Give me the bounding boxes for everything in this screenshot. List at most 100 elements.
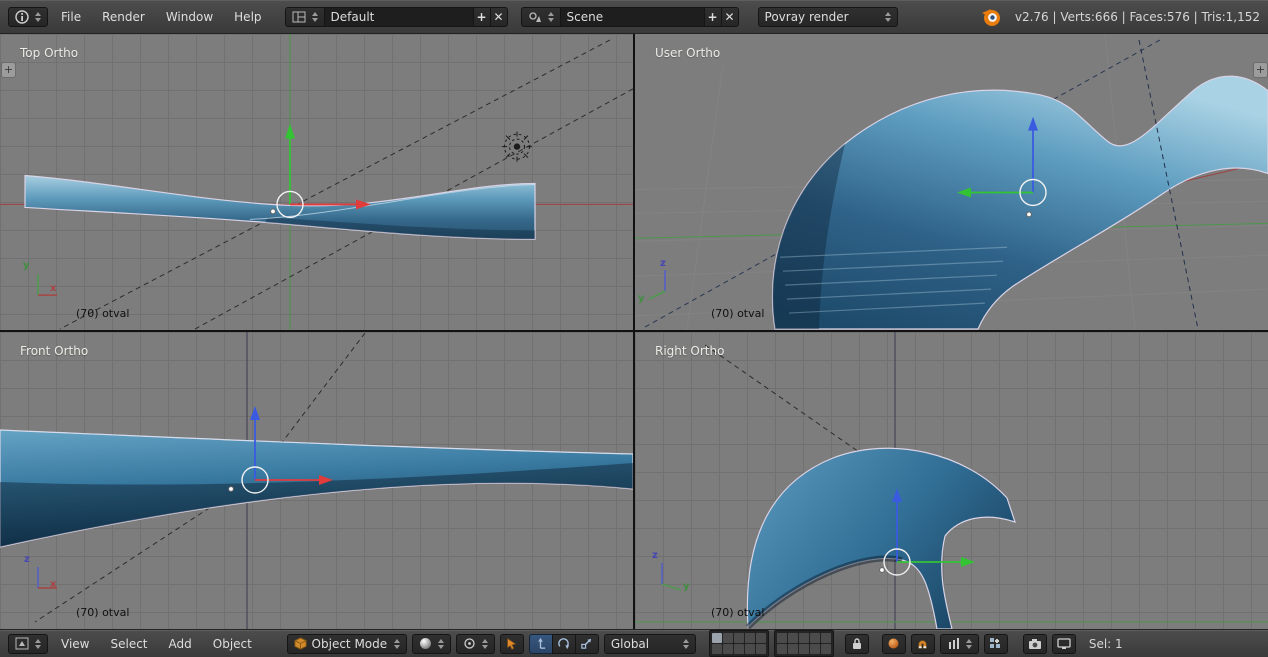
region-expand-tab-right[interactable]: + xyxy=(1253,62,1268,78)
menu-file[interactable]: File xyxy=(53,7,89,27)
viewport-label: Front Ortho xyxy=(20,344,88,358)
viewport-label: User Ortho xyxy=(655,46,720,60)
screen-icon xyxy=(1057,638,1071,650)
snap-element-dropdown[interactable] xyxy=(940,634,979,654)
proportional-edit-button[interactable] xyxy=(882,634,906,654)
snap-toggle-button[interactable] xyxy=(911,634,935,654)
viewport-right[interactable]: Right Ortho (70) otval z y xyxy=(635,332,1268,629)
scene-add-button[interactable]: + xyxy=(704,7,722,27)
opengl-render-button[interactable] xyxy=(1023,634,1047,654)
viewport-top[interactable]: Top Ortho (70) otval y x xyxy=(0,34,633,330)
scene-browse-button[interactable] xyxy=(521,7,561,27)
viewport-shading-dropdown[interactable] xyxy=(412,634,451,654)
mode-label: Object Mode xyxy=(312,637,388,651)
menu-select[interactable]: Select xyxy=(102,634,155,654)
viewport-canvas-right[interactable] xyxy=(635,332,1268,629)
viewport-label: Right Ortho xyxy=(655,344,724,358)
gizmo-axis-z-label: z xyxy=(660,259,666,269)
selection-stats: Sel: 1 xyxy=(1089,637,1123,651)
region-expand-tab-left[interactable]: + xyxy=(1,62,16,78)
layer-buttons-group-2[interactable] xyxy=(774,630,834,657)
dropdown-arrows-icon xyxy=(438,639,444,649)
gizmo-axis-x-label: x xyxy=(50,284,56,294)
menu-window[interactable]: Window xyxy=(158,7,221,27)
viewport-canvas-user[interactable] xyxy=(635,34,1268,330)
editor-type-button[interactable] xyxy=(8,634,48,654)
manipulate-center-points-button[interactable] xyxy=(984,634,1008,654)
viewport-user[interactable]: User Ortho (70) otval z y xyxy=(635,34,1268,330)
object-origin-dot xyxy=(880,568,885,573)
shading-sphere-icon xyxy=(419,637,432,650)
dropdown-arrows-icon xyxy=(548,12,554,22)
dropdown-arrows-icon xyxy=(482,639,488,649)
mesh-otval[interactable] xyxy=(747,448,1015,629)
scene-statistics: v2.76 | Verts:666 | Faces:576 | Tris:1,1… xyxy=(1015,10,1260,24)
opengl-render-animation-button[interactable] xyxy=(1052,634,1076,654)
dropdown-arrows-icon xyxy=(966,639,972,649)
object-mode-cube-icon xyxy=(294,637,307,650)
screen-layout-name-field[interactable]: Default xyxy=(324,7,474,27)
gizmo-axis-x-label: x xyxy=(50,580,56,590)
scale-icon xyxy=(580,637,593,650)
axis-gizmo xyxy=(649,270,665,299)
screen-layout-icon xyxy=(292,11,306,23)
dropdown-arrows-icon xyxy=(35,639,41,649)
info-icon xyxy=(15,10,29,24)
layer-buttons-group-1[interactable] xyxy=(709,630,769,657)
scene-name-field[interactable]: Scene xyxy=(560,7,705,27)
scale-manipulator-button[interactable] xyxy=(575,634,599,654)
object-label: (70) otval xyxy=(711,606,764,619)
blender-logo xyxy=(980,6,1002,28)
dropdown-arrows-icon xyxy=(885,12,891,22)
object-label: (70) otval xyxy=(76,307,129,320)
scene-group: Scene + ✕ xyxy=(521,7,739,27)
menu-object[interactable]: Object xyxy=(205,634,260,654)
menu-add[interactable]: Add xyxy=(161,634,200,654)
blender-window: File Render Window Help Default + ✕ xyxy=(0,0,1268,657)
quad-view-area: Top Ortho (70) otval y x xyxy=(0,34,1268,629)
camera-icon xyxy=(1028,638,1042,650)
axis-gizmo xyxy=(662,563,681,590)
viewport-canvas-front[interactable] xyxy=(0,332,633,629)
magnet-icon xyxy=(916,637,929,650)
object-origin-dot xyxy=(1027,212,1032,217)
screen-layout-browse-button[interactable] xyxy=(285,7,325,27)
view3d-header: View Select Add Object Object Mode xyxy=(0,629,1268,657)
menu-help[interactable]: Help xyxy=(226,7,269,27)
lock-to-scene-button[interactable] xyxy=(845,634,869,654)
scene-icon xyxy=(528,11,542,23)
editor-type-info-button[interactable] xyxy=(8,7,48,27)
translate-icon xyxy=(534,637,547,650)
mode-dropdown[interactable]: Object Mode xyxy=(287,634,407,654)
manipulator-toggle-button[interactable] xyxy=(500,634,524,654)
gizmo-axis-y-label: y xyxy=(23,261,30,271)
orientation-label: Global xyxy=(611,637,649,651)
viewport-front[interactable]: Front Ortho (70) otval z x xyxy=(0,332,633,629)
lamp-indicator[interactable] xyxy=(502,132,532,162)
scene-delete-button[interactable]: ✕ xyxy=(721,7,739,27)
info-header: File Render Window Help Default + ✕ xyxy=(0,0,1268,34)
translate-manipulator-button[interactable] xyxy=(529,634,553,654)
transform-orientation-dropdown[interactable]: Global xyxy=(604,634,696,654)
dropdown-arrows-icon xyxy=(312,12,318,22)
object-origin-dot xyxy=(271,209,276,214)
viewport-canvas-top[interactable] xyxy=(0,34,633,330)
gizmo-axis-z-label: z xyxy=(24,555,30,565)
gizmo-axis-y-label: y xyxy=(683,582,690,592)
view3d-editor-icon xyxy=(15,637,29,650)
render-engine-label: Povray render xyxy=(765,10,849,24)
pivot-icon xyxy=(463,637,476,650)
proportional-circle-icon xyxy=(887,637,900,650)
menu-view[interactable]: View xyxy=(53,634,97,654)
screen-layout-add-button[interactable]: + xyxy=(473,7,491,27)
translate-manipulator[interactable] xyxy=(277,124,371,218)
render-engine-dropdown[interactable]: Povray render xyxy=(758,7,898,27)
center-points-icon xyxy=(989,637,1002,650)
menu-render[interactable]: Render xyxy=(94,7,153,27)
constraint-dashed-lines xyxy=(60,40,633,329)
rotate-manipulator-button[interactable] xyxy=(552,634,576,654)
pivot-point-dropdown[interactable] xyxy=(456,634,495,654)
object-label: (70) otval xyxy=(711,307,764,320)
viewport-label: Top Ortho xyxy=(20,46,78,60)
screen-layout-delete-button[interactable]: ✕ xyxy=(490,7,508,27)
